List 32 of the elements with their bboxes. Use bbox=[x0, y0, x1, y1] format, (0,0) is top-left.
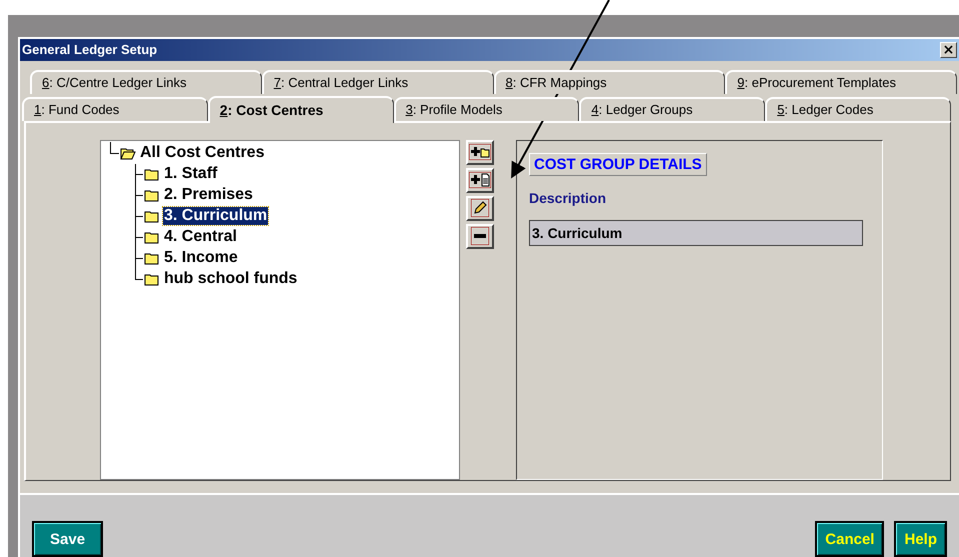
tab[interactable]: 6: C/Centre Ledger Links bbox=[30, 70, 262, 94]
save-button[interactable]: Save bbox=[32, 521, 104, 557]
tab[interactable]: 9: eProcurement Templates bbox=[725, 70, 957, 94]
tab[interactable]: 2: Cost Centres bbox=[208, 96, 394, 123]
toolbar-button[interactable] bbox=[466, 196, 494, 221]
add-document-icon bbox=[469, 172, 491, 188]
help-button[interactable]: Help bbox=[894, 521, 947, 557]
toolbar-button[interactable] bbox=[466, 140, 494, 165]
pencil-icon bbox=[471, 199, 489, 218]
tree-item[interactable]: hub school funds bbox=[163, 270, 298, 288]
minus-icon bbox=[471, 227, 489, 246]
toolbar-button[interactable] bbox=[466, 168, 494, 193]
tab[interactable]: 4: Ledger Groups bbox=[579, 96, 766, 121]
tab[interactable]: 5: Ledger Codes bbox=[765, 96, 951, 121]
section-heading: COST GROUP DETAILS bbox=[529, 152, 707, 176]
cancel-button[interactable]: Cancel bbox=[815, 521, 884, 557]
description-field[interactable]: 3. Curriculum bbox=[529, 220, 863, 246]
tree-item[interactable]: 4. Central bbox=[163, 228, 238, 246]
tab[interactable]: 7: Central Ledger Links bbox=[262, 70, 494, 94]
tab[interactable]: 8: CFR Mappings bbox=[494, 70, 726, 94]
field-label: Description bbox=[529, 190, 606, 206]
tab[interactable]: 1: Fund Codes bbox=[22, 96, 208, 121]
close-button[interactable]: × bbox=[940, 42, 957, 58]
window-title: General Ledger Setup bbox=[22, 42, 158, 58]
tree-item[interactable]: 3. Curriculum bbox=[163, 207, 268, 226]
tab[interactable]: 3: Profile Models bbox=[394, 96, 580, 121]
toolbar-button[interactable] bbox=[466, 224, 494, 249]
tree-item[interactable]: 1. Staff bbox=[163, 165, 218, 184]
tree-item[interactable]: 5. Income bbox=[163, 249, 239, 268]
add-folder-icon bbox=[469, 144, 491, 160]
tree-item[interactable]: All Cost Centres bbox=[139, 144, 266, 162]
tree-item[interactable]: 2. Premises bbox=[163, 186, 254, 204]
